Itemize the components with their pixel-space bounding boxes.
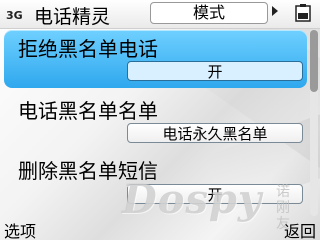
setting-value[interactable]: 电话永久黑名单: [127, 123, 303, 143]
setting-value[interactable]: 开: [127, 61, 303, 81]
phone-screen: 3G 电话精灵 模式 拒绝黑名单电话 开 电话黑名单名单 电话永久黑名单 删除黑…: [0, 0, 320, 240]
scrollbar[interactable]: [310, 30, 318, 216]
setting-label: 拒绝黑名单电话: [18, 37, 158, 61]
setting-item-reject-blacklist-calls[interactable]: 拒绝黑名单电话 开: [4, 30, 307, 88]
battery-icon: [295, 4, 311, 22]
tab-mode[interactable]: 模式: [150, 2, 268, 24]
setting-label: 电话黑名单名单: [18, 99, 158, 123]
softkey-bar: 选项 返回: [0, 216, 320, 240]
setting-item-call-blacklist[interactable]: 电话黑名单名单 电话永久黑名单: [4, 92, 307, 150]
network-indicator: 3G: [6, 9, 23, 22]
scrollbar-thumb[interactable]: [310, 30, 318, 92]
status-bar: 3G 电话精灵 模式: [0, 0, 320, 29]
back-softkey[interactable]: 返回: [284, 218, 316, 240]
chevron-right-icon[interactable]: [272, 6, 278, 16]
options-softkey[interactable]: 选项: [4, 218, 36, 240]
app-title: 电话精灵: [34, 6, 111, 28]
